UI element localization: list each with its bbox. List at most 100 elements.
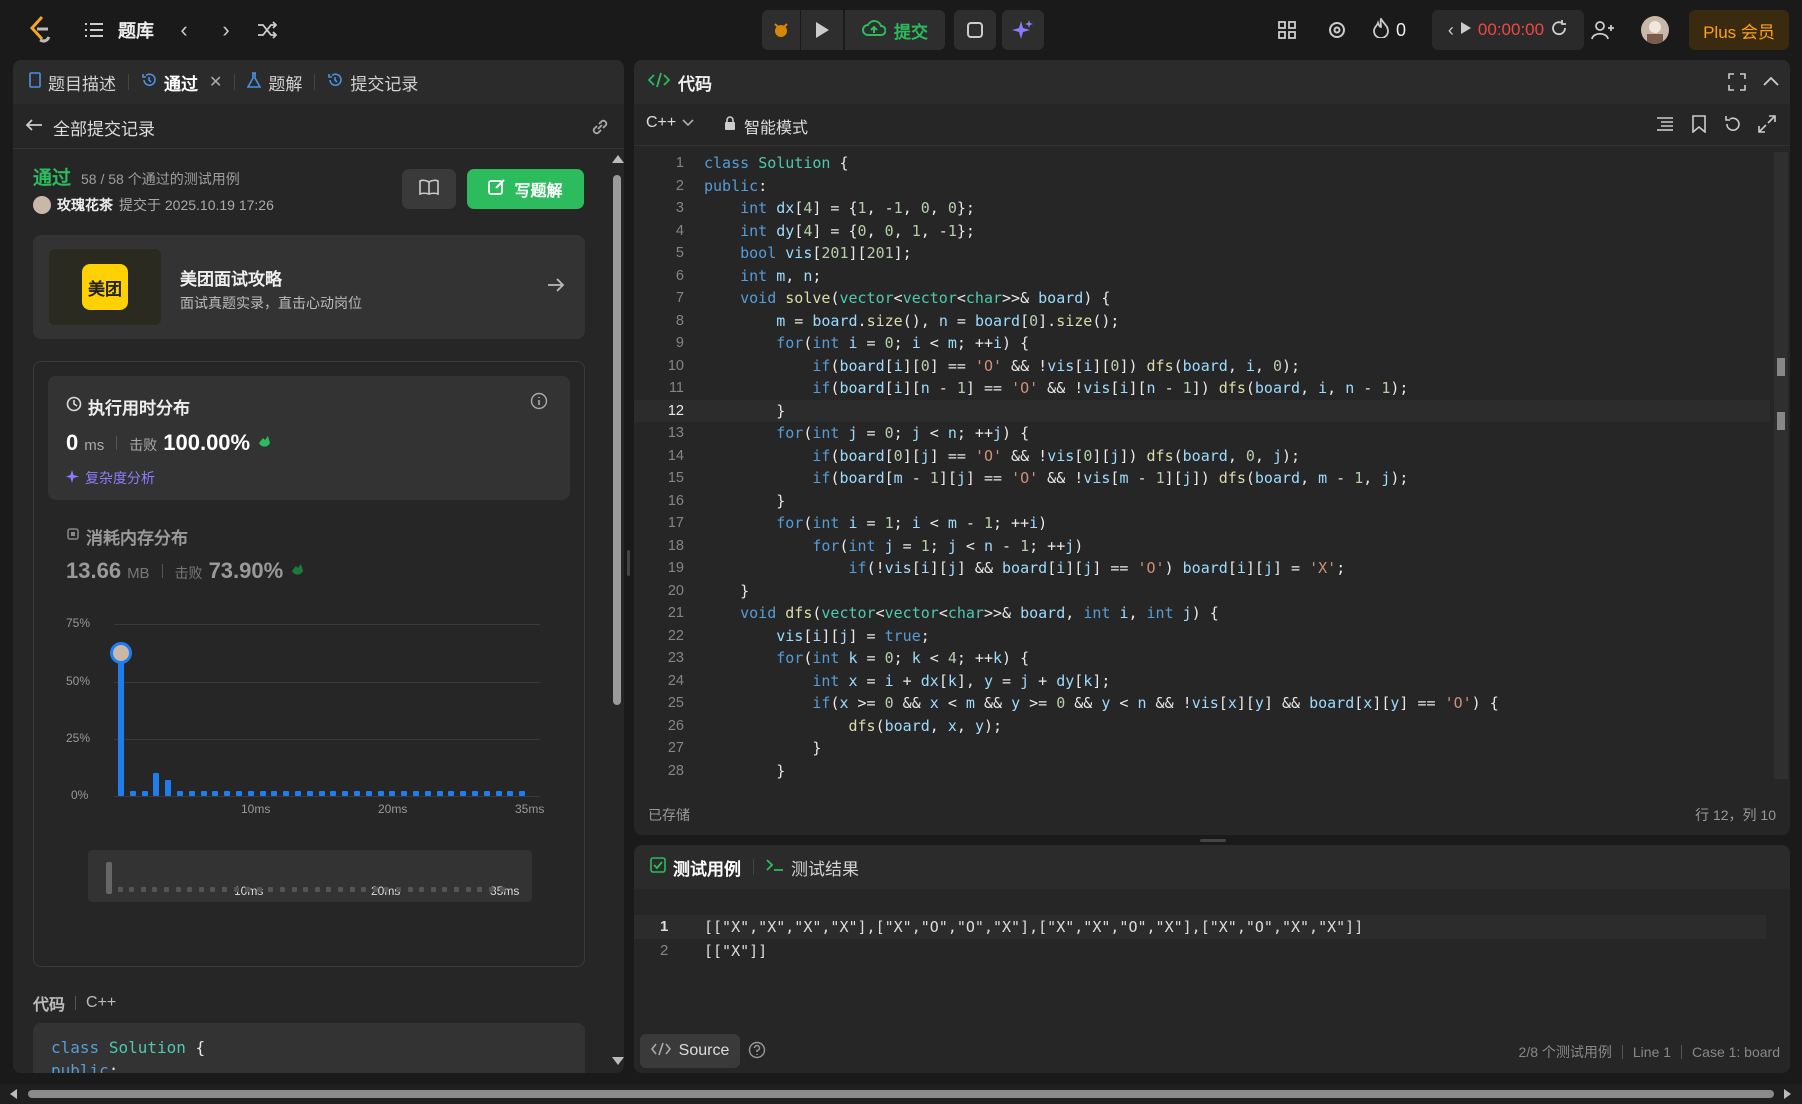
code-line[interactable]: m = board.size(), n = board[0].size();: [704, 310, 1499, 333]
horizontal-resize-handle[interactable]: [1200, 839, 1226, 842]
chart-bar[interactable]: [295, 791, 301, 796]
debug-button[interactable]: [762, 10, 800, 50]
chart-bar[interactable]: [377, 791, 384, 796]
runtime-distribution-chart[interactable]: 75% 50% 25% 0% 10ms 20ms 35ms: [34, 612, 586, 842]
code-line[interactable]: int m, n;: [704, 265, 1499, 288]
chart-bar[interactable]: [153, 773, 160, 796]
code-line[interactable]: void dfs(vector<vector<char>>& board, in…: [704, 602, 1499, 625]
timer-widget[interactable]: ‹ 00:00:00: [1432, 10, 1584, 50]
settings-gear-icon[interactable]: [1325, 18, 1349, 42]
code-line[interactable]: if(board[0][j] == 'O' && !vis[0][j]) dfs…: [704, 445, 1499, 468]
add-friend-icon[interactable]: [1590, 18, 1616, 42]
link-icon[interactable]: [589, 116, 611, 138]
source-button[interactable]: Source: [640, 1034, 740, 1068]
code-line[interactable]: if(board[i][0] == 'O' && !vis[i][0]) dfs…: [704, 355, 1499, 378]
code-area[interactable]: 1 2 3 4 5 6 7 8 9 10 11 12 13 14 15 16 17 18 19 20 21 22 23 24 2…: [634, 152, 1770, 779]
scroll-down-icon[interactable]: [612, 1057, 624, 1065]
list-icon[interactable]: [84, 20, 104, 40]
submit-button[interactable]: 提交: [845, 10, 945, 50]
mode-select[interactable]: 智能模式: [724, 114, 808, 138]
code-line[interactable]: }: [704, 400, 1499, 423]
code-line[interactable]: for(int i = 1; i < m - 1; ++i): [704, 512, 1499, 535]
reset-icon[interactable]: [1724, 115, 1742, 138]
username[interactable]: 玫瑰花茶: [57, 195, 113, 215]
chart-bar[interactable]: [247, 791, 254, 796]
chart-bar[interactable]: [330, 791, 337, 796]
code-line[interactable]: public:: [704, 175, 1499, 198]
code-lines[interactable]: class Solution {public: int dx[4] = {1, …: [704, 152, 1499, 779]
code-line[interactable]: }: [704, 490, 1499, 513]
write-solution-button[interactable]: 写题解: [467, 169, 584, 209]
chart-bar[interactable]: [354, 791, 360, 796]
code-line[interactable]: void solve(vector<vector<char>>& board) …: [704, 287, 1499, 310]
run-button[interactable]: [801, 10, 843, 50]
timer-play-icon[interactable]: [1460, 21, 1472, 40]
scroll-left-icon[interactable]: [10, 1089, 17, 1099]
format-icon[interactable]: [1656, 116, 1674, 137]
scroll-thumb[interactable]: [613, 175, 621, 705]
code-line[interactable]: }: [704, 580, 1499, 603]
collapse-icon[interactable]: [1762, 74, 1780, 93]
chart-bar[interactable]: [271, 791, 278, 796]
code-line[interactable]: int dy[4] = {0, 0, 1, -1};: [704, 220, 1499, 243]
tab-solutions[interactable]: 题解: [247, 70, 302, 95]
code-line[interactable]: int x = i + dx[k], y = j + dy[k];: [704, 670, 1499, 693]
fullscreen-icon[interactable]: [1728, 73, 1746, 96]
chart-bar[interactable]: [177, 791, 183, 796]
code-line[interactable]: if(board[i][n - 1] == 'O' && !vis[i][n -…: [704, 377, 1499, 400]
runtime-card[interactable]: 执行用时分布 0 ms 击败 100.00% 复杂度分析: [48, 376, 570, 500]
user-avatar[interactable]: [1641, 16, 1669, 44]
leetcode-logo-icon[interactable]: [26, 14, 54, 44]
scroll-thumb[interactable]: [28, 1090, 1774, 1098]
code-line[interactable]: if(board[m - 1][j] == 'O' && !vis[m - 1]…: [704, 467, 1499, 490]
streak-counter[interactable]: 0: [1372, 16, 1406, 42]
chart-bar[interactable]: [507, 791, 514, 796]
tab-accepted[interactable]: 通过 ✕: [141, 70, 222, 95]
chart-bar[interactable]: [236, 791, 242, 796]
chart-bar[interactable]: [212, 791, 219, 796]
chart-bar[interactable]: [259, 791, 266, 796]
problems-link[interactable]: 题库: [118, 18, 154, 42]
tab-test-results[interactable]: 测试结果: [766, 855, 859, 880]
memory-title-row[interactable]: 消耗内存分布: [66, 524, 188, 549]
chart-range-slider[interactable]: 10ms 20ms 35ms: [88, 850, 532, 902]
left-scrollbar[interactable]: [610, 149, 624, 1073]
chart-bar[interactable]: [401, 791, 408, 796]
expand-icon[interactable]: [1758, 115, 1776, 138]
tab-description[interactable]: 题目描述: [29, 70, 116, 95]
editor-scrollbar[interactable]: [1774, 152, 1788, 779]
code-line[interactable]: }: [704, 760, 1499, 780]
next-problem-icon[interactable]: ›: [216, 17, 236, 42]
code-line[interactable]: if(!vis[i][j] && board[i][j] == 'O') boa…: [704, 557, 1499, 580]
chart-bar[interactable]: [200, 791, 207, 796]
code-line[interactable]: bool vis[201][201];: [704, 242, 1499, 265]
my-submission-marker[interactable]: [110, 641, 132, 664]
back-to-submissions[interactable]: 全部提交记录: [25, 114, 155, 140]
info-icon[interactable]: [530, 392, 548, 415]
tab-submissions[interactable]: 提交记录: [327, 70, 418, 95]
code-line[interactable]: int dx[4] = {1, -1, 0, 0};: [704, 197, 1499, 220]
chart-bar[interactable]: [306, 791, 313, 796]
bookmark-icon[interactable]: [1692, 115, 1706, 138]
chart-bar[interactable]: [460, 791, 467, 796]
code-line[interactable]: for(int k = 0; k < 4; ++k) {: [704, 647, 1499, 670]
panel-resize-handle[interactable]: [627, 550, 630, 576]
chart-bar[interactable]: [283, 791, 290, 796]
code-line[interactable]: vis[i][j] = true;: [704, 625, 1499, 648]
chart-bar[interactable]: [188, 791, 195, 796]
timer-reset-icon[interactable]: [1550, 19, 1568, 42]
chart-bar[interactable]: [413, 791, 419, 796]
code-line[interactable]: }: [704, 737, 1499, 760]
scroll-up-icon[interactable]: [612, 155, 624, 163]
chart-bar[interactable]: [424, 791, 431, 796]
language-select[interactable]: C++: [646, 114, 694, 132]
chart-bar[interactable]: [448, 791, 455, 796]
shuffle-icon[interactable]: [256, 19, 278, 41]
chart-bar[interactable]: [165, 779, 172, 796]
page-horizontal-scrollbar[interactable]: [0, 1084, 1802, 1104]
scroll-right-icon[interactable]: [1784, 1089, 1791, 1099]
close-tab-icon[interactable]: ✕: [209, 72, 222, 92]
chart-bar[interactable]: [519, 791, 526, 796]
code-line[interactable]: if(x >= 0 && x < m && y >= 0 && y < n &&…: [704, 692, 1498, 715]
range-handle[interactable]: [106, 862, 112, 894]
